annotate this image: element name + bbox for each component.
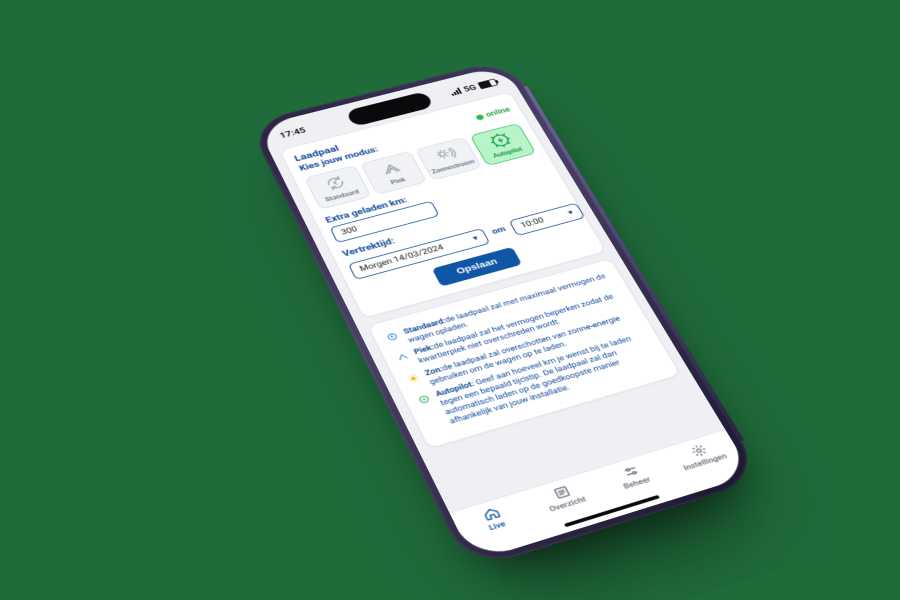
home-icon xyxy=(479,505,504,524)
cellular-icon xyxy=(449,87,462,95)
phone-mockup: 17:45 5G Laadpaal Kies jouw modus: xyxy=(247,58,764,570)
glossary-row-autopilot: Autopilot: Geef aan hoeveel km je wenst … xyxy=(415,330,664,433)
status-label: online xyxy=(484,106,512,119)
tab-beheer[interactable]: Beheer xyxy=(593,455,674,498)
euro-refresh-icon: € xyxy=(383,330,405,351)
sliders-icon xyxy=(618,463,643,481)
mode-piek[interactable]: Piek xyxy=(360,151,427,195)
time-value: 10:00 xyxy=(519,217,545,230)
glossary-card: € Standaard:de laadpaal zal met maximaal… xyxy=(367,258,681,449)
chevron-down-icon: ▾ xyxy=(566,209,575,217)
mode-zonnestroom[interactable]: Zonnestroom xyxy=(415,137,482,181)
tab-instellingen[interactable]: Instellingen xyxy=(661,434,741,476)
battery-icon xyxy=(477,78,498,89)
network-label: 5G xyxy=(462,83,478,94)
separator-label: om xyxy=(490,225,507,236)
peak-icon xyxy=(393,350,415,372)
list-icon xyxy=(549,483,574,501)
tab-label: Overzicht xyxy=(548,495,588,514)
gear-icon xyxy=(686,442,710,460)
bolt-circle-icon xyxy=(415,392,447,433)
tab-label: Beheer xyxy=(622,475,653,491)
glossary-row-zon: Zon:de laadpaal zal overschotten van zon… xyxy=(404,310,641,393)
glossary-row-piek: Piek:de laadpaal zal het vermogen beperk… xyxy=(393,291,628,372)
status-time: 17:45 xyxy=(278,126,307,140)
mode-standaard[interactable]: € Standaard xyxy=(304,165,371,210)
mode-autopilot[interactable]: Autopilot xyxy=(470,123,537,166)
svg-text:€: € xyxy=(332,179,340,187)
tab-live[interactable]: Live xyxy=(452,497,535,542)
mode-label: Piek xyxy=(389,176,406,185)
status-dot-icon xyxy=(475,114,485,121)
svg-text:€: € xyxy=(390,335,395,340)
tab-overzicht[interactable]: Overzicht xyxy=(523,476,605,520)
chevron-down-icon: ▾ xyxy=(471,234,480,243)
tab-label: Live xyxy=(487,520,507,533)
status-pill: online xyxy=(474,106,512,121)
phone-screen: 17:45 5G Laadpaal Kies jouw modus: xyxy=(257,65,753,562)
